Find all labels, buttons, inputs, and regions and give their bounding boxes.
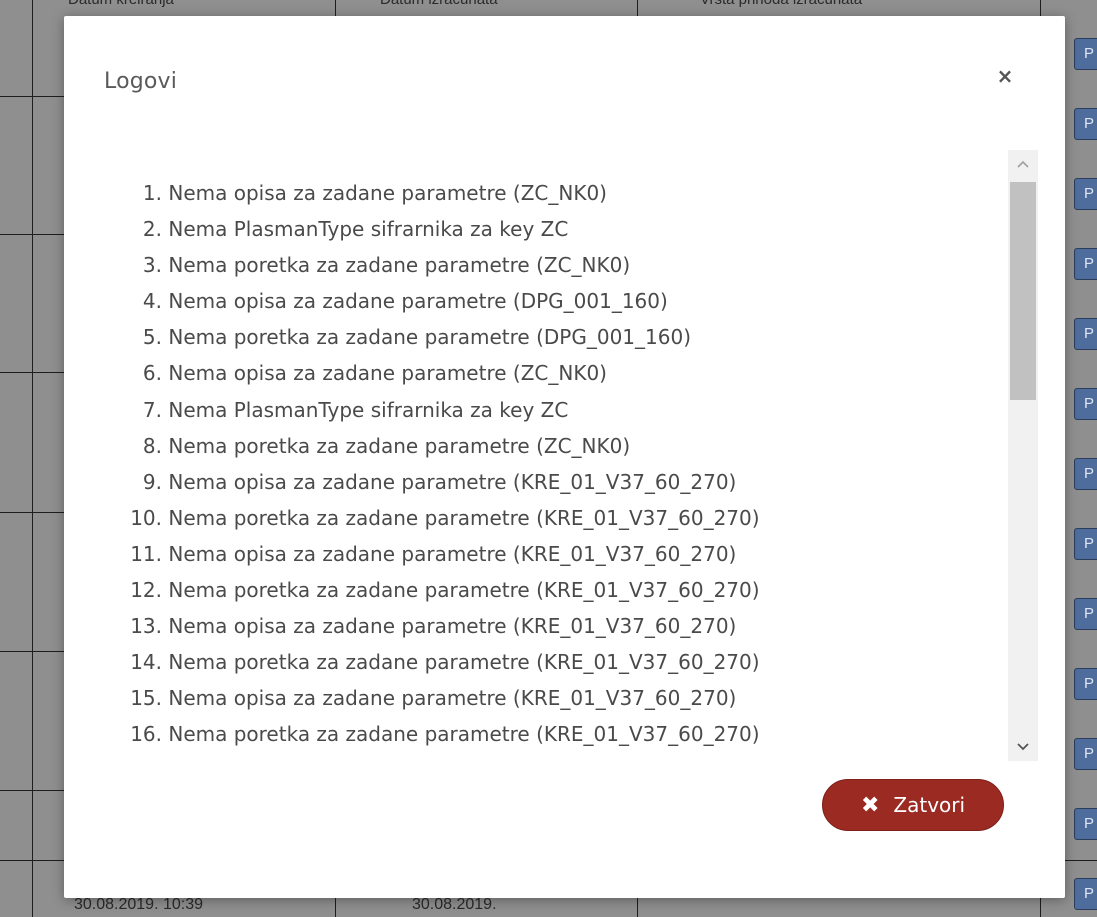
row-action-button[interactable]: P bbox=[1074, 738, 1097, 770]
log-entry: 10. Nema poretka za zadane parametre (KR… bbox=[112, 500, 760, 536]
table-row-line bbox=[0, 651, 64, 652]
row-action-button[interactable]: P bbox=[1074, 248, 1097, 280]
log-entry-text: Nema poretka za zadane parametre (KRE_01… bbox=[168, 505, 760, 530]
log-entry-number: 11. bbox=[130, 541, 162, 566]
log-entry: 1. Nema opisa za zadane parametre (ZC_NK… bbox=[112, 175, 760, 211]
log-entry-text: Nema opisa za zadane parametre (KRE_01_V… bbox=[168, 614, 737, 639]
last-row-datum-kreiranja: 30.08.2019. 10:39 bbox=[74, 896, 204, 913]
row-action-button[interactable]: P bbox=[1074, 178, 1097, 210]
log-entry: 8. Nema poretka za zadane parametre (ZC_… bbox=[112, 428, 760, 464]
scroll-down-arrow-icon[interactable] bbox=[1008, 733, 1038, 761]
row-action-button[interactable]: P bbox=[1074, 318, 1097, 350]
logs-modal: Logovi × 1. Nema opisa za zadane paramet… bbox=[64, 16, 1065, 898]
log-list-viewport[interactable]: 1. Nema opisa za zadane parametre (ZC_NK… bbox=[112, 152, 1010, 759]
log-entry: 4. Nema opisa za zadane parametre (DPG_0… bbox=[112, 283, 760, 319]
row-action-button[interactable]: P bbox=[1074, 108, 1097, 140]
log-entry-text: Nema opisa za zadane parametre (KRE_01_V… bbox=[168, 686, 737, 711]
table-row-line bbox=[0, 372, 64, 373]
log-entry-number: 7. bbox=[142, 397, 162, 422]
log-entry-number: 14. bbox=[130, 650, 162, 675]
log-entry: 15. Nema opisa za zadane parametre (KRE_… bbox=[112, 680, 760, 716]
log-entry-number: 8. bbox=[142, 433, 162, 458]
last-row-datum-izracunata: 30.08.2019. bbox=[412, 896, 497, 913]
table-row-line bbox=[0, 234, 64, 235]
close-x-icon: ✖ bbox=[860, 792, 880, 818]
table-divider bbox=[32, 0, 33, 917]
log-entry: 12. Nema poretka za zadane parametre (KR… bbox=[112, 572, 760, 608]
log-entry-number: 10. bbox=[130, 505, 162, 530]
table-row-line bbox=[0, 790, 64, 791]
log-entry-text: Nema opisa za zadane parametre (KRE_01_V… bbox=[168, 541, 737, 566]
row-action-button[interactable]: P bbox=[1074, 458, 1097, 490]
log-list: 1. Nema opisa za zadane parametre (ZC_NK… bbox=[112, 175, 760, 753]
log-entry: 2. Nema PlasmanType sifrarnika za key ZC bbox=[112, 211, 760, 247]
log-entry-number: 16. bbox=[130, 722, 162, 747]
row-action-button[interactable]: P bbox=[1074, 388, 1097, 420]
row-action-button[interactable]: P bbox=[1074, 528, 1097, 560]
scrollbar-thumb[interactable] bbox=[1010, 182, 1036, 400]
log-entry-text: Nema poretka za zadane parametre (KRE_01… bbox=[168, 578, 760, 603]
zatvori-button-label: Zatvori bbox=[893, 793, 966, 817]
log-entry-number: 3. bbox=[142, 253, 162, 278]
log-entry-number: 12. bbox=[130, 578, 162, 603]
table-header: Datum kreiranja Datum izračunata Vrsta p… bbox=[0, 0, 1097, 14]
table-row-line bbox=[0, 96, 64, 97]
log-entry-text: Nema poretka za zadane parametre (KRE_01… bbox=[168, 722, 760, 747]
log-entry: 11. Nema opisa za zadane parametre (KRE_… bbox=[112, 536, 760, 572]
row-action-button[interactable]: P bbox=[1074, 598, 1097, 630]
log-entry-text: Nema opisa za zadane parametre (KRE_01_V… bbox=[168, 469, 737, 494]
scroll-up-arrow-icon[interactable] bbox=[1008, 150, 1038, 178]
row-action-button[interactable]: P bbox=[1074, 38, 1097, 70]
log-entry-number: 1. bbox=[142, 181, 162, 205]
log-entry-text: Nema poretka za zadane parametre (KRE_01… bbox=[168, 650, 760, 675]
header-vrsta-prihoda: Vrsta prihoda izračunata bbox=[700, 0, 862, 8]
log-entry-number: 9. bbox=[142, 469, 162, 494]
log-scrollbar[interactable] bbox=[1008, 150, 1038, 761]
header-datum-kreiranja: Datum kreiranja bbox=[68, 0, 174, 8]
log-entry: 13. Nema opisa za zadane parametre (KRE_… bbox=[112, 608, 760, 644]
log-entry: 7. Nema PlasmanType sifrarnika za key ZC bbox=[112, 392, 760, 428]
header-datum-izracunata: Datum izračunata bbox=[380, 0, 498, 8]
table-row-line bbox=[0, 512, 64, 513]
log-entry: 6. Nema opisa za zadane parametre (ZC_NK… bbox=[112, 355, 760, 391]
log-entry-text: Nema opisa za zadane parametre (DPG_001_… bbox=[168, 289, 668, 314]
log-entry-number: 5. bbox=[142, 325, 162, 350]
modal-title: Logovi bbox=[104, 69, 178, 94]
log-entry-number: 2. bbox=[142, 217, 162, 242]
log-entry: 3. Nema poretka za zadane parametre (ZC_… bbox=[112, 247, 760, 283]
row-action-button[interactable]: P bbox=[1074, 808, 1097, 840]
log-entry: 9. Nema opisa za zadane parametre (KRE_0… bbox=[112, 464, 760, 500]
log-entry-text: Nema PlasmanType sifrarnika za key ZC bbox=[168, 397, 569, 422]
log-entry-text: Nema opisa za zadane parametre (ZC_NK0) bbox=[168, 361, 607, 386]
log-entry: 5. Nema poretka za zadane parametre (DPG… bbox=[112, 319, 760, 355]
close-icon[interactable]: × bbox=[995, 66, 1015, 86]
log-entry-number: 6. bbox=[142, 361, 162, 386]
log-entry-number: 13. bbox=[130, 614, 162, 639]
log-entry-text: Nema poretka za zadane parametre (DPG_00… bbox=[168, 325, 691, 350]
log-entry-text: Nema PlasmanType sifrarnika za key ZC bbox=[168, 217, 569, 242]
log-entry: 16. Nema poretka za zadane parametre (KR… bbox=[112, 716, 760, 752]
log-entry-number: 4. bbox=[142, 289, 162, 314]
zatvori-button[interactable]: ✖ Zatvori bbox=[822, 779, 1004, 831]
log-entry-number: 15. bbox=[130, 686, 162, 711]
log-entry-text: Nema poretka za zadane parametre (ZC_NK0… bbox=[168, 433, 631, 458]
log-entry-text: Nema opisa za zadane parametre (ZC_NK0) bbox=[168, 181, 607, 205]
log-entry-text: Nema poretka za zadane parametre (ZC_NK0… bbox=[168, 253, 631, 278]
row-action-button[interactable]: P bbox=[1074, 668, 1097, 700]
log-entry: 14. Nema poretka za zadane parametre (KR… bbox=[112, 644, 760, 680]
